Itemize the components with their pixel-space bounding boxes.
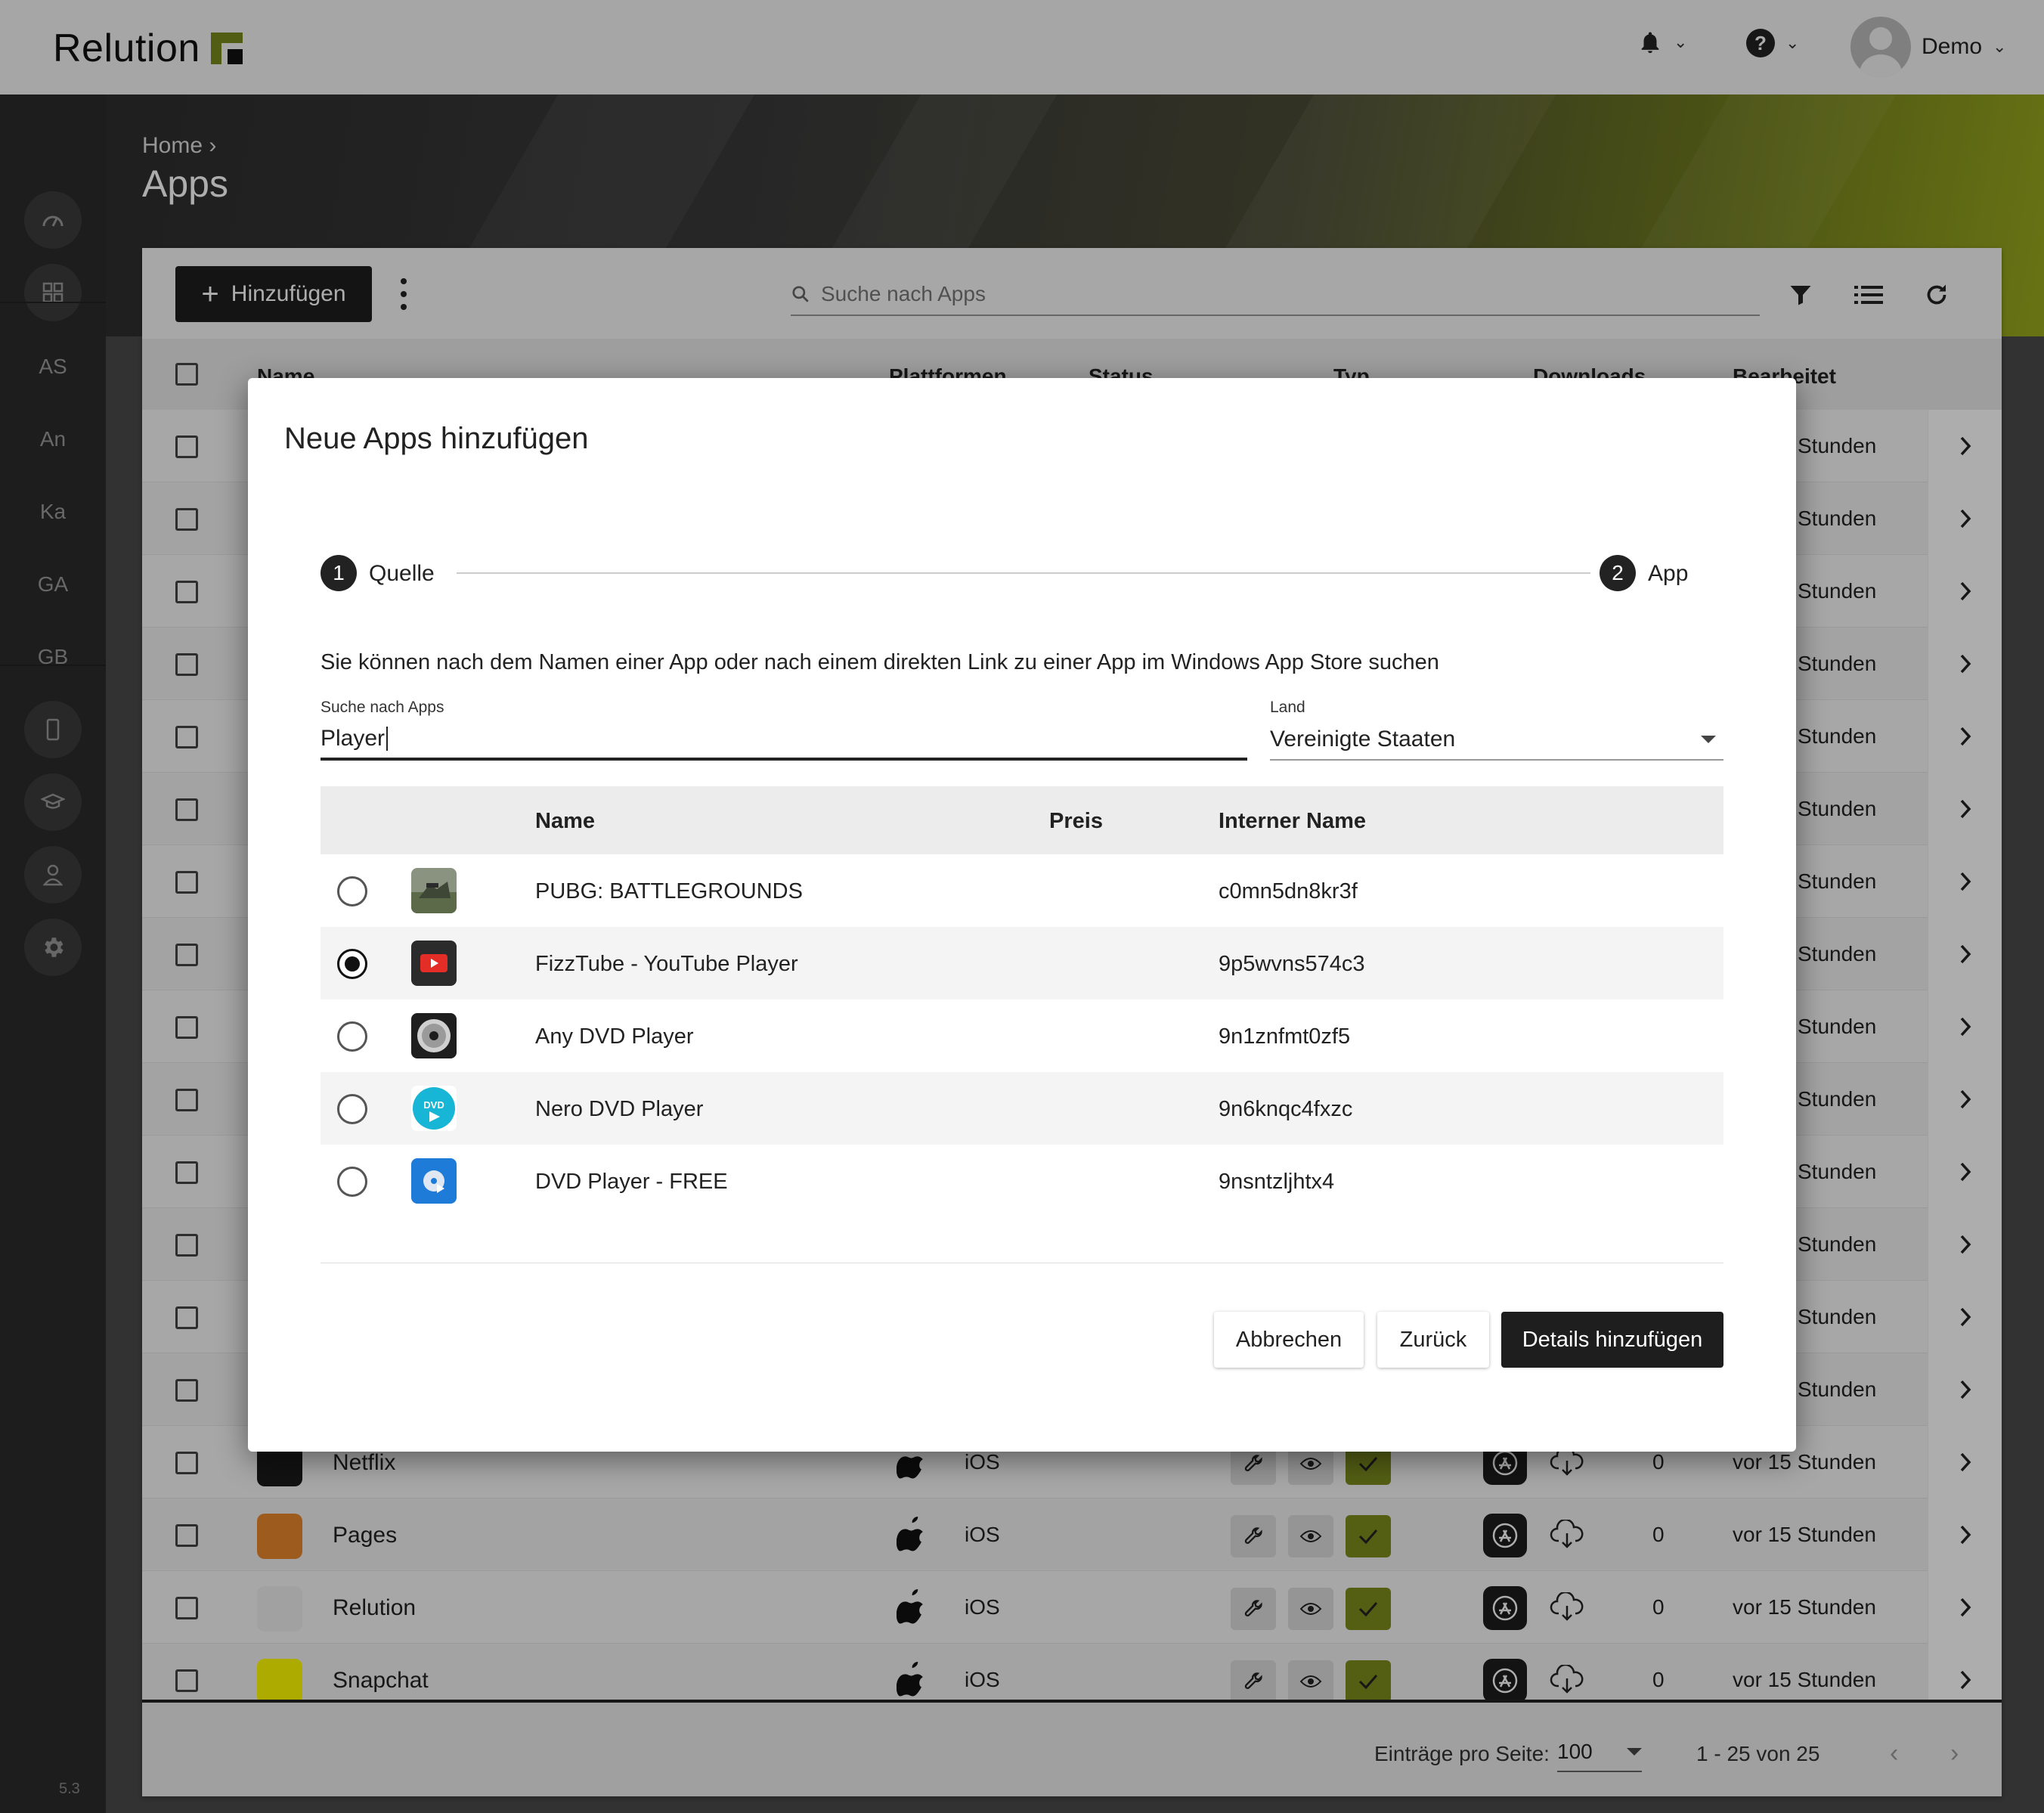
step-2-number: 2 [1600, 555, 1636, 591]
pubg-icon [411, 868, 457, 913]
result-internal-name: 9p5wvns574c3 [1219, 952, 1365, 976]
text-cursor [386, 727, 389, 751]
results-col-internal-name: Interner Name [1219, 809, 1367, 833]
step-1-label: Quelle [369, 561, 435, 586]
dialog-title: Neue Apps hinzufügen [284, 422, 589, 455]
stepper: 1 Quelle 2 App [321, 555, 1723, 593]
back-button[interactable]: Zurück [1377, 1312, 1489, 1368]
search-field-label: Suche nach Apps [321, 699, 444, 716]
cancel-button[interactable]: Abbrechen [1214, 1312, 1364, 1368]
result-internal-name: 9nsntzljhtx4 [1219, 1170, 1335, 1194]
app-search-input[interactable]: Player [321, 720, 1247, 761]
result-app-name: Nero DVD Player [535, 1097, 704, 1121]
fizztube-icon [411, 941, 457, 986]
add-details-button[interactable]: Details hinzufügen [1501, 1312, 1723, 1368]
country-field-label: Land [1270, 699, 1305, 716]
result-internal-name: 9n6knqc4fxzc [1219, 1097, 1353, 1121]
app-search-value: Player [321, 726, 386, 751]
result-app-name: DVD Player - FREE [535, 1170, 728, 1194]
results-col-name: Name [535, 809, 595, 833]
result-row[interactable]: PUBG: BATTLEGROUNDS c0mn5dn8kr3f [321, 854, 1723, 927]
result-internal-name: c0mn5dn8kr3f [1219, 879, 1358, 903]
result-row[interactable]: DVD Player - FREE 9nsntzljhtx4 [321, 1145, 1723, 1217]
country-select[interactable]: Vereinigte Staaten [1270, 720, 1723, 761]
any-dvd-icon [411, 1013, 457, 1058]
result-radio[interactable] [337, 876, 367, 906]
result-radio[interactable] [337, 1094, 367, 1124]
results-col-price: Preis [1049, 809, 1103, 833]
result-radio[interactable] [337, 1021, 367, 1052]
country-value: Vereinigte Staaten [1270, 727, 1456, 752]
result-row[interactable]: FizzTube - YouTube Player 9p5wvns574c3 [321, 927, 1723, 999]
dropdown-arrow-icon [1701, 736, 1716, 743]
result-internal-name: 9n1znfmt0zf5 [1219, 1024, 1351, 1049]
nero-dvd-icon: DVD [411, 1086, 457, 1131]
result-radio[interactable] [337, 949, 367, 979]
result-app-name: PUBG: BATTLEGROUNDS [535, 879, 803, 903]
result-app-name: FizzTube - YouTube Player [535, 952, 798, 976]
result-row[interactable]: Any DVD Player 9n1znfmt0zf5 [321, 999, 1723, 1072]
result-radio[interactable] [337, 1167, 367, 1197]
step-2-label: App [1648, 561, 1689, 586]
add-apps-dialog: Neue Apps hinzufügen 1 Quelle 2 App Sie … [248, 378, 1796, 1452]
step-1-number: 1 [321, 555, 357, 591]
search-hint: Sie können nach dem Namen einer App oder… [321, 650, 1439, 674]
result-row[interactable]: DVD Nero DVD Player 9n6knqc4fxzc [321, 1072, 1723, 1145]
result-app-name: Any DVD Player [535, 1024, 694, 1049]
results-header: Name Preis Interner Name [321, 786, 1723, 854]
dvd-free-icon [411, 1158, 457, 1204]
stepper-line [457, 572, 1590, 574]
svg-text:DVD: DVD [423, 1099, 444, 1111]
